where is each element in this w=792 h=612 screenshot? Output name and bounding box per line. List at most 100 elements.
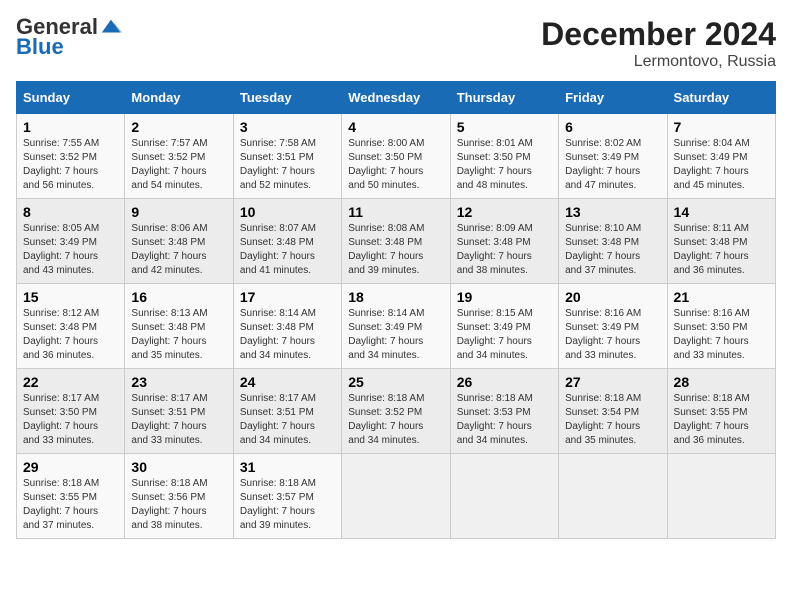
day-cell: 15 Sunrise: 8:12 AMSunset: 3:48 PMDayligh… [17, 284, 125, 369]
calendar-table: SundayMondayTuesdayWednesdayThursdayFrid… [16, 81, 776, 539]
logo: General Blue [16, 16, 122, 60]
day-cell: 16Sunrise: 8:13 AMSunset: 3:48 PMDayligh… [125, 284, 233, 369]
header-cell-wednesday: Wednesday [342, 82, 450, 114]
day-detail: Sunrise: 8:06 AMSunset: 3:48 PMDaylight:… [131, 222, 226, 278]
day-number: 30 [131, 459, 226, 475]
day-detail: Sunrise: 8:00 AMSunset: 3:50 PMDaylight:… [348, 137, 443, 193]
page-title: December 2024 [541, 16, 776, 53]
day-detail: Sunrise: 8:14 AMSunset: 3:49 PMDaylight:… [348, 307, 443, 363]
day-cell: 18 Sunrise: 8:14 AMSunset: 3:49 PMDayligh… [342, 284, 450, 369]
day-number: 24 [240, 374, 335, 390]
day-detail: Sunrise: 8:12 AMSunset: 3:48 PMDaylight:… [23, 307, 118, 363]
day-number: 31 [240, 459, 335, 475]
day-number: 13 [565, 204, 660, 220]
day-number: 21 [674, 289, 769, 305]
header-cell-saturday: Saturday [667, 82, 775, 114]
day-number: 29 [23, 459, 118, 475]
day-cell: 8 Sunrise: 8:05 AMSunset: 3:49 PMDaylight… [17, 199, 125, 284]
day-cell: 25Sunrise: 8:18 AMSunset: 3:52 PMDayligh… [342, 369, 450, 454]
day-cell: 19 Sunrise: 8:15 AMSunset: 3:49 PMDayligh… [450, 284, 558, 369]
day-detail: Sunrise: 8:14 AMSunset: 3:48 PMDaylight:… [240, 307, 335, 363]
day-number: 19 [457, 289, 552, 305]
day-detail: Sunrise: 7:58 AMSunset: 3:51 PMDaylight:… [240, 137, 335, 193]
logo-blue: Blue [16, 34, 64, 60]
header-cell-tuesday: Tuesday [233, 82, 341, 114]
day-number: 6 [565, 119, 660, 135]
day-cell: 7 Sunrise: 8:04 AMSunset: 3:49 PMDaylight… [667, 114, 775, 199]
day-detail: Sunrise: 8:18 AMSunset: 3:53 PMDaylight:… [457, 392, 552, 448]
day-number: 16 [131, 289, 226, 305]
header-cell-sunday: Sunday [17, 82, 125, 114]
day-cell: 22Sunrise: 8:17 AMSunset: 3:50 PMDayligh… [17, 369, 125, 454]
day-cell: 24 Sunrise: 8:17 AMSunset: 3:51 PMDayligh… [233, 369, 341, 454]
day-detail: Sunrise: 8:10 AMSunset: 3:48 PMDaylight:… [565, 222, 660, 278]
day-number: 17 [240, 289, 335, 305]
day-cell: 2 Sunrise: 7:57 AMSunset: 3:52 PMDaylight… [125, 114, 233, 199]
day-cell: 9 Sunrise: 8:06 AMSunset: 3:48 PMDaylight… [125, 199, 233, 284]
day-cell [450, 454, 558, 539]
day-detail: Sunrise: 8:01 AMSunset: 3:50 PMDaylight:… [457, 137, 552, 193]
day-detail: Sunrise: 8:16 AMSunset: 3:49 PMDaylight:… [565, 307, 660, 363]
day-number: 18 [348, 289, 443, 305]
day-detail: Sunrise: 8:18 AMSunset: 3:55 PMDaylight:… [23, 477, 118, 533]
day-cell: 17 Sunrise: 8:14 AMSunset: 3:48 PMDayligh… [233, 284, 341, 369]
day-cell: 23 Sunrise: 8:17 AMSunset: 3:51 PMDayligh… [125, 369, 233, 454]
day-cell: 20 Sunrise: 8:16 AMSunset: 3:49 PMDayligh… [559, 284, 667, 369]
day-cell: 3 Sunrise: 7:58 AMSunset: 3:51 PMDaylight… [233, 114, 341, 199]
page-header: General Blue December 2024 Lermontovo, R… [16, 16, 776, 71]
day-cell: 21Sunrise: 8:16 AMSunset: 3:50 PMDayligh… [667, 284, 775, 369]
header-row: SundayMondayTuesdayWednesdayThursdayFrid… [17, 82, 776, 114]
day-detail: Sunrise: 8:02 AMSunset: 3:49 PMDaylight:… [565, 137, 660, 193]
day-detail: Sunrise: 8:15 AMSunset: 3:49 PMDaylight:… [457, 307, 552, 363]
title-block: December 2024 Lermontovo, Russia [541, 16, 776, 71]
week-row-5: 29 Sunrise: 8:18 AMSunset: 3:55 PMDayligh… [17, 454, 776, 539]
day-detail: Sunrise: 8:05 AMSunset: 3:49 PMDaylight:… [23, 222, 118, 278]
day-cell: 12Sunrise: 8:09 AMSunset: 3:48 PMDayligh… [450, 199, 558, 284]
day-cell: 27 Sunrise: 8:18 AMSunset: 3:54 PMDayligh… [559, 369, 667, 454]
day-cell: 31 Sunrise: 8:18 AMSunset: 3:57 PMDayligh… [233, 454, 341, 539]
day-number: 3 [240, 119, 335, 135]
day-detail: Sunrise: 7:57 AMSunset: 3:52 PMDaylight:… [131, 137, 226, 193]
day-cell: 14Sunrise: 8:11 AMSunset: 3:48 PMDayligh… [667, 199, 775, 284]
week-row-2: 8 Sunrise: 8:05 AMSunset: 3:49 PMDaylight… [17, 199, 776, 284]
day-cell: 29 Sunrise: 8:18 AMSunset: 3:55 PMDayligh… [17, 454, 125, 539]
day-number: 26 [457, 374, 552, 390]
day-detail: Sunrise: 8:04 AMSunset: 3:49 PMDaylight:… [674, 137, 769, 193]
header-cell-thursday: Thursday [450, 82, 558, 114]
day-number: 20 [565, 289, 660, 305]
day-cell: 1Sunrise: 7:55 AMSunset: 3:52 PMDaylight… [17, 114, 125, 199]
day-number: 2 [131, 119, 226, 135]
day-cell: 28 Sunrise: 8:18 AMSunset: 3:55 PMDayligh… [667, 369, 775, 454]
day-detail: Sunrise: 8:18 AMSunset: 3:54 PMDaylight:… [565, 392, 660, 448]
day-number: 7 [674, 119, 769, 135]
week-row-3: 15 Sunrise: 8:12 AMSunset: 3:48 PMDayligh… [17, 284, 776, 369]
day-number: 14 [674, 204, 769, 220]
day-detail: Sunrise: 8:18 AMSunset: 3:57 PMDaylight:… [240, 477, 335, 533]
day-cell: 30 Sunrise: 8:18 AMSunset: 3:56 PMDayligh… [125, 454, 233, 539]
day-cell [667, 454, 775, 539]
day-cell: 10 Sunrise: 8:07 AMSunset: 3:48 PMDayligh… [233, 199, 341, 284]
day-number: 28 [674, 374, 769, 390]
day-number: 15 [23, 289, 118, 305]
day-number: 23 [131, 374, 226, 390]
day-number: 9 [131, 204, 226, 220]
week-row-4: 22Sunrise: 8:17 AMSunset: 3:50 PMDayligh… [17, 369, 776, 454]
day-detail: Sunrise: 8:18 AMSunset: 3:55 PMDaylight:… [674, 392, 769, 448]
day-number: 27 [565, 374, 660, 390]
day-cell [342, 454, 450, 539]
day-detail: Sunrise: 8:18 AMSunset: 3:56 PMDaylight:… [131, 477, 226, 533]
page-subtitle: Lermontovo, Russia [541, 53, 776, 71]
day-cell: 6 Sunrise: 8:02 AMSunset: 3:49 PMDaylight… [559, 114, 667, 199]
day-number: 4 [348, 119, 443, 135]
day-cell: 5 Sunrise: 8:01 AMSunset: 3:50 PMDaylight… [450, 114, 558, 199]
day-detail: Sunrise: 8:17 AMSunset: 3:51 PMDaylight:… [240, 392, 335, 448]
day-number: 8 [23, 204, 118, 220]
day-number: 22 [23, 374, 118, 390]
day-cell: 4 Sunrise: 8:00 AMSunset: 3:50 PMDaylight… [342, 114, 450, 199]
day-cell [559, 454, 667, 539]
day-detail: Sunrise: 8:17 AMSunset: 3:51 PMDaylight:… [131, 392, 226, 448]
day-detail: Sunrise: 8:07 AMSunset: 3:48 PMDaylight:… [240, 222, 335, 278]
day-number: 5 [457, 119, 552, 135]
day-cell: 26 Sunrise: 8:18 AMSunset: 3:53 PMDayligh… [450, 369, 558, 454]
day-number: 10 [240, 204, 335, 220]
